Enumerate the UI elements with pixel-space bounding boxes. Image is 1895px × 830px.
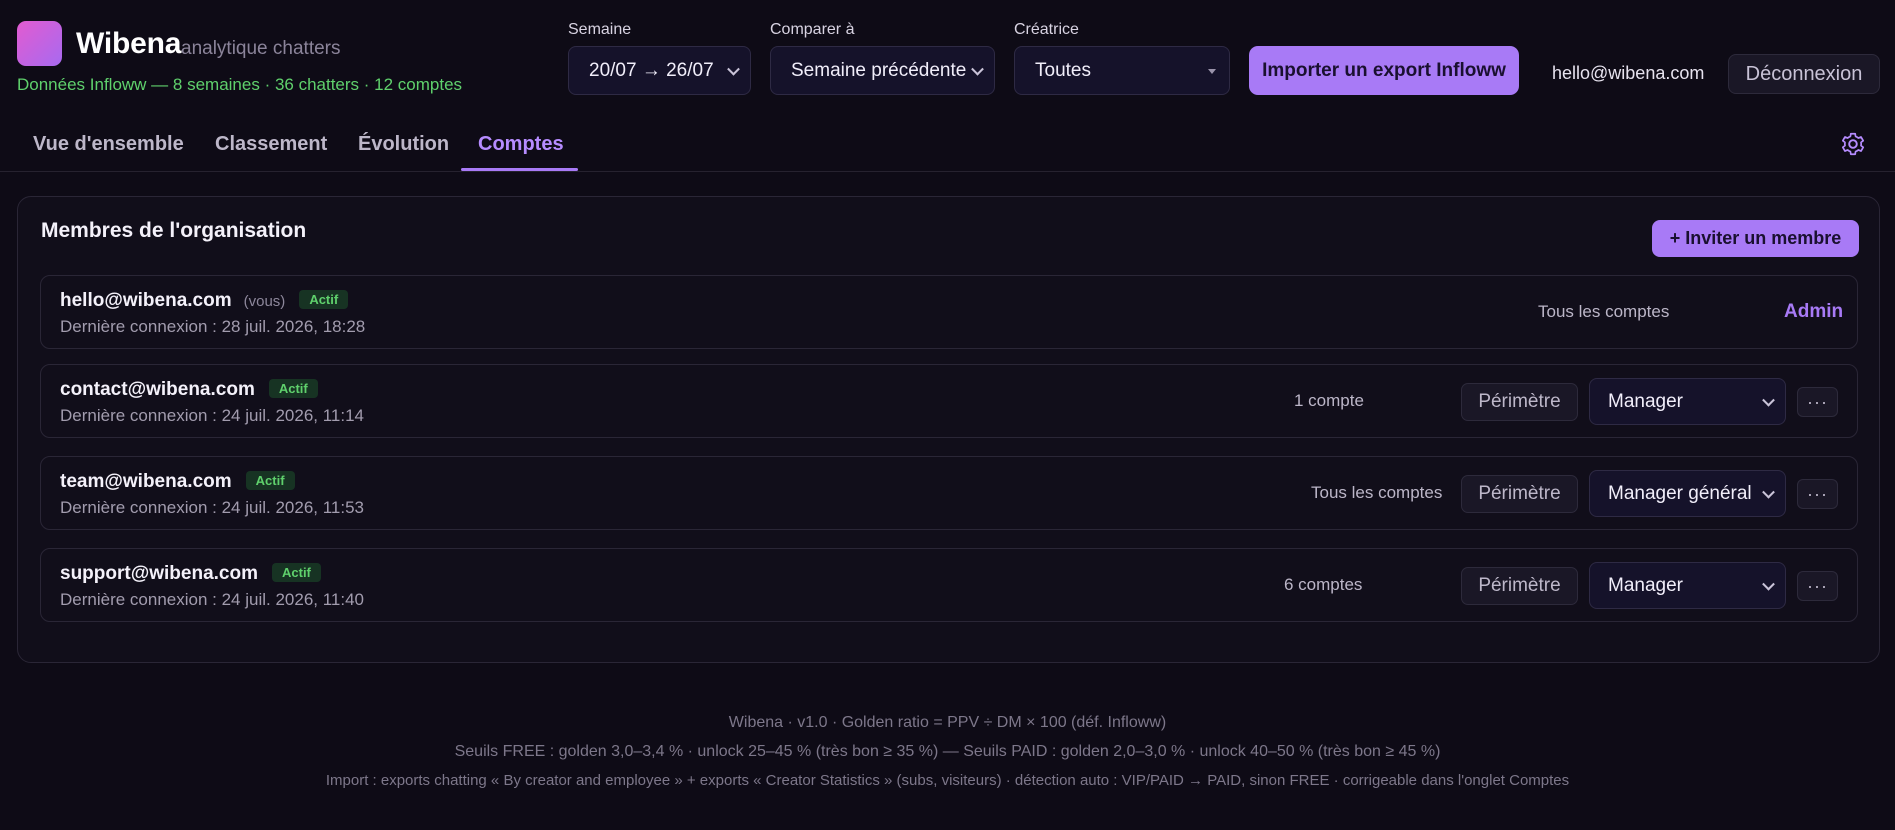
invite-member-button[interactable]: + Inviter un membre <box>1652 220 1859 257</box>
chevron-down-icon <box>1762 485 1775 499</box>
role-label: Admin <box>1784 301 1844 322</box>
chevron-down-icon <box>727 62 740 76</box>
perimeter-button[interactable]: Périmètre <box>1461 567 1578 605</box>
more-options-button[interactable]: ··· <box>1797 571 1838 601</box>
user-email: hello@wibena.com <box>1552 63 1705 83</box>
member-email: team@wibena.com <box>60 471 232 492</box>
perimeter-button[interactable]: Périmètre <box>1461 475 1578 513</box>
chevron-down-icon <box>971 62 984 76</box>
member-email: contact@wibena.com <box>60 379 255 400</box>
status-badge: Actif <box>245 471 295 490</box>
scope-text: 6 comptes <box>1284 575 1363 594</box>
compare-label: Comparer à <box>770 21 855 38</box>
role-select[interactable]: Manager <box>1589 562 1786 609</box>
role-select-value: Manager <box>1608 574 1683 596</box>
data-summary: Données Infloww — 8 semaines · 36 chatte… <box>17 75 463 94</box>
week-label: Semaine <box>568 21 632 38</box>
week-select[interactable]: 20/07 → 26/07 <box>568 46 751 95</box>
creator-select-value: Toutes <box>1035 59 1091 81</box>
member-row: hello@wibena.com (vous) Actif Dernière con… <box>40 275 1858 349</box>
member-email: support@wibena.com <box>60 563 258 584</box>
compare-select-value: Semaine précédente <box>791 59 967 81</box>
role-select[interactable]: Manager <box>1589 378 1786 425</box>
logo-icon <box>17 21 62 66</box>
member-row: support@wibena.com Actif Dernière connexi… <box>40 548 1858 622</box>
scope-text: 1 compte <box>1294 391 1364 410</box>
chevron-down-icon <box>1762 577 1775 591</box>
footer-import-info: Import : exports chatting « By creator a… <box>325 772 1570 789</box>
last-login: Dernière connexion : 28 juil. 2026, 18:2… <box>60 317 366 336</box>
last-login: Dernière connexion : 24 juil. 2026, 11:1… <box>60 406 364 425</box>
app-header: Wibena analytique chatters Données Inflo… <box>0 0 1895 116</box>
creator-label: Créatrice <box>1014 21 1079 38</box>
scope-text: Tous les comptes <box>1311 483 1443 502</box>
scope-text: Tous les comptes <box>1538 302 1670 321</box>
tab-overview[interactable]: Vue d'ensemble <box>33 133 184 156</box>
week-select-value: 20/07 → 26/07 <box>589 59 714 81</box>
role-select-value: Manager général <box>1608 482 1752 504</box>
footer-version: Wibena · v1.0 · Golden ratio = PPV ÷ DM … <box>728 714 1167 731</box>
chevron-down-icon <box>1762 393 1775 407</box>
member-email-line: contact@wibena.com Actif <box>60 379 318 401</box>
members-card: Membres de l'organisation + Inviter un m… <box>17 196 1880 663</box>
active-tab-indicator <box>461 168 578 171</box>
logout-button[interactable]: Déconnexion <box>1728 54 1880 94</box>
member-email-line: support@wibena.com Actif <box>60 563 321 585</box>
perimeter-button[interactable]: Périmètre <box>1461 383 1578 421</box>
last-login: Dernière connexion : 24 juil. 2026, 11:5… <box>60 498 364 517</box>
member-row: contact@wibena.com Actif Dernière connexi… <box>40 364 1858 438</box>
member-email-line: hello@wibena.com (vous) Actif <box>60 290 349 312</box>
status-badge: Actif <box>268 379 318 398</box>
last-login: Dernière connexion : 24 juil. 2026, 11:4… <box>60 590 364 609</box>
creator-select[interactable]: Toutes <box>1014 46 1230 95</box>
caret-down-icon <box>1208 68 1216 74</box>
member-row: team@wibena.com Actif Dernière connexion … <box>40 456 1858 530</box>
role-select-value: Manager <box>1608 390 1683 412</box>
card-title: Membres de l'organisation <box>41 219 307 242</box>
brand-name: Wibena <box>76 27 182 60</box>
tab-ranking[interactable]: Classement <box>215 133 327 156</box>
tab-evolution[interactable]: Évolution <box>358 133 449 156</box>
footer-thresholds: Seuils FREE : golden 3,0–3,4 % · unlock … <box>454 743 1441 760</box>
more-options-button[interactable]: ··· <box>1797 479 1838 509</box>
settings-gear-icon[interactable] <box>1840 131 1866 157</box>
tab-bar: Vue d'ensemble Classement Évolution Comp… <box>0 118 1895 172</box>
member-email: hello@wibena.com <box>60 290 232 311</box>
member-email-line: team@wibena.com Actif <box>60 471 295 493</box>
compare-select[interactable]: Semaine précédente <box>770 46 995 95</box>
status-badge: Actif <box>272 563 321 582</box>
more-options-button[interactable]: ··· <box>1797 387 1838 417</box>
role-select[interactable]: Manager général <box>1589 470 1786 517</box>
brand-subtitle: analytique chatters <box>181 38 341 59</box>
tab-accounts[interactable]: Comptes <box>478 133 564 156</box>
import-button[interactable]: Importer un export Infloww <box>1249 46 1519 95</box>
status-badge: Actif <box>299 290 349 309</box>
you-label: (vous) <box>243 293 286 310</box>
